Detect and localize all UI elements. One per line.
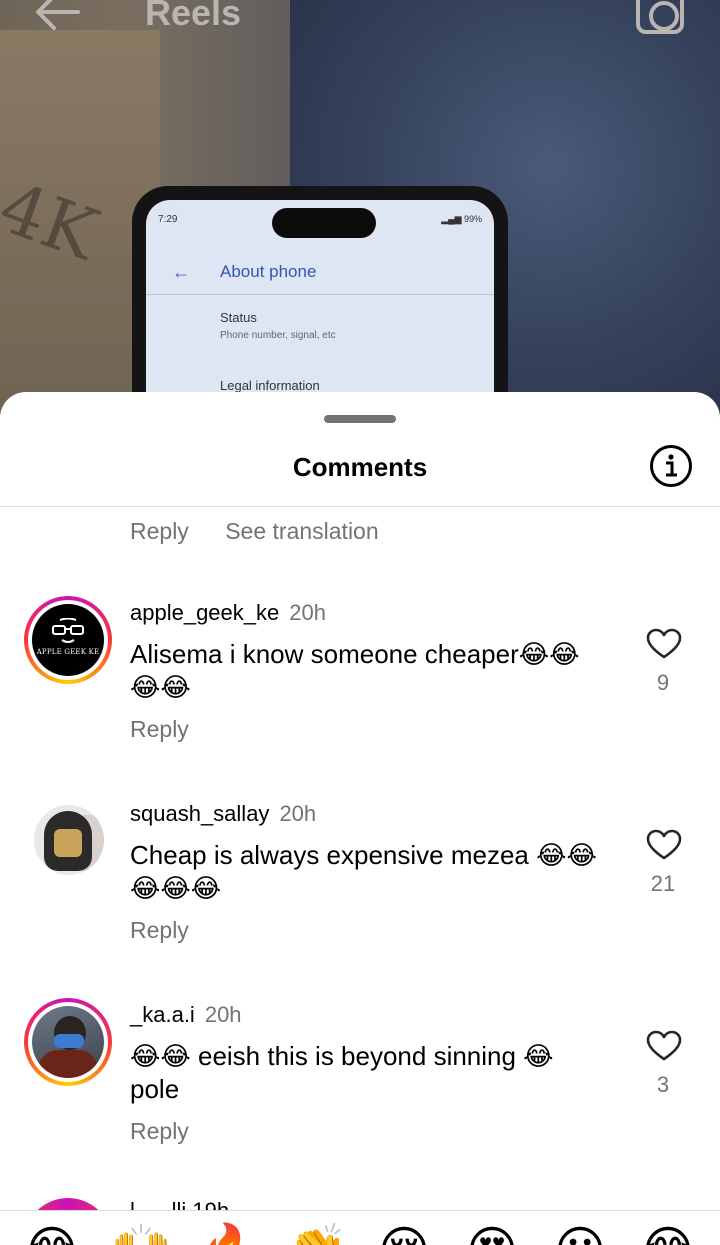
sheet-drag-handle[interactable] [324, 415, 396, 423]
phone-screen: 7:29 ▂▄▆ 99% ← About phone Status Phone … [146, 200, 494, 420]
comment-username[interactable]: squash_sallay 20h [130, 801, 316, 827]
camera-icon[interactable] [636, 0, 684, 34]
phone-time: 7:29 [158, 214, 178, 225]
phone-back-arrow-icon: ← [172, 262, 190, 282]
emoji-reaction-bar: 😂 🙌 🔥 👏 😢 😍 😮 😂 [0, 1210, 720, 1245]
emoji-button[interactable]: 😂 [22, 1225, 82, 1245]
phone-status: ▂▄▆ 99% [441, 214, 482, 224]
emoji-button[interactable]: 😍 [462, 1225, 522, 1245]
phone-status-subtitle: Phone number, signal, etc [220, 330, 336, 341]
emoji-button[interactable]: 👏 [286, 1225, 348, 1245]
comment-text: Cheap is always expensive mezea 😂😂😂😂😂 [130, 840, 597, 903]
reel-phone: 7:29 ▂▄▆ 99% ← About phone Status Phone … [132, 186, 508, 420]
comment-text: 😂😂 eeish this is beyond sinning 😂 pole [130, 1041, 554, 1104]
comment-item: APPLE GEEK KE apple_geek_ke 20h Alisema i… [0, 596, 720, 786]
emoji-button[interactable]: 🔥 [198, 1225, 260, 1245]
phone-screen-title: About phone [220, 262, 317, 281]
avatar[interactable]: APPLE GEEK KE [24, 596, 112, 684]
info-icon[interactable] [649, 444, 693, 488]
emoji-button[interactable]: 😮 [550, 1225, 610, 1245]
reply-button[interactable]: Reply [130, 716, 189, 743]
comment-text: Alisema i know someone cheaper😂😂😂😂 [130, 639, 580, 702]
like-count: 9 [656, 670, 670, 695]
reply-button[interactable]: Reply [130, 518, 189, 544]
emoji-button[interactable]: 😢 [374, 1225, 434, 1245]
reels-top-bar: Reels [0, 0, 720, 40]
phone-legal-row: Legal information [220, 378, 320, 393]
comment-item: _ka.a.i 20h 😂😂 eeish this is beyond sinni… [0, 998, 720, 1188]
avatar-brand-text: APPLE GEEK KE [36, 648, 100, 656]
reels-title: Reels [145, 0, 242, 33]
prev-comment-actions: Reply See translation [130, 518, 409, 545]
phone-divider [146, 294, 494, 295]
comment-time: 20h [289, 600, 326, 625]
glasses-logo-icon [52, 618, 84, 643]
phone-dynamic-island [272, 208, 376, 238]
like-count: 3 [656, 1072, 670, 1097]
sheet-header-divider [0, 506, 720, 507]
comment-time: 20h [279, 801, 317, 826]
see-translation-button[interactable]: See translation [225, 518, 378, 544]
arrow-left-icon[interactable] [32, 0, 82, 30]
reply-button[interactable]: Reply [130, 917, 189, 944]
comments-sheet: Comments Reply See translation APPLE GEE… [0, 392, 720, 1245]
heart-icon[interactable] [646, 829, 682, 861]
sheet-title: Comments [292, 452, 428, 482]
comment-username[interactable]: _ka.a.i 20h [130, 1002, 242, 1028]
emoji-button[interactable]: 🙌 [110, 1225, 172, 1245]
emoji-button[interactable]: 😂 [638, 1225, 698, 1245]
like-count: 21 [650, 871, 676, 896]
comment-username[interactable]: apple_geek_ke 20h [130, 600, 326, 626]
heart-icon[interactable] [646, 628, 682, 660]
reel-video-frame: 4K 7:29 ▂▄▆ 99% ← About phone Status Pho… [0, 0, 720, 420]
reply-button[interactable]: Reply [130, 1118, 189, 1145]
comment-time: 20h [204, 1002, 242, 1027]
comment-item: squash_sallay 20h Cheap is always expensi… [0, 797, 720, 987]
avatar[interactable] [34, 805, 104, 875]
heart-icon[interactable] [646, 1030, 682, 1062]
phone-status-row: Status [220, 310, 257, 325]
avatar[interactable] [24, 998, 112, 1086]
